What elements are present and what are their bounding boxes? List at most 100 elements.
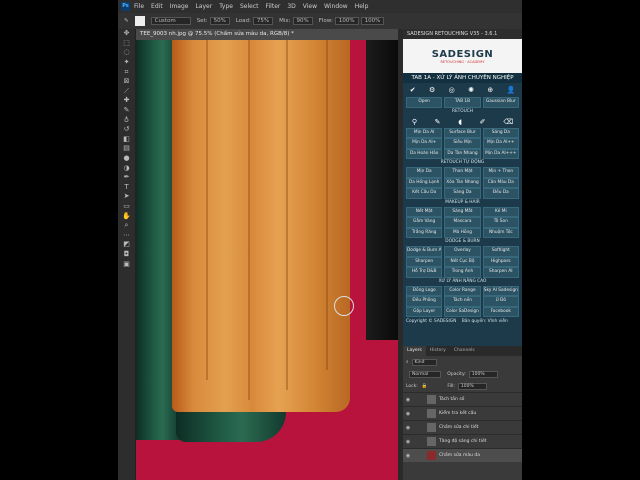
gradient-tool-icon[interactable]: ▤ (118, 144, 135, 154)
menu-select[interactable]: Select (240, 3, 259, 10)
panel-button[interactable]: Sáng Mắt (444, 206, 481, 217)
panel-button[interactable]: Hỗ Trợ D&B (406, 267, 443, 278)
brush-tool-icon[interactable]: ✎ (118, 106, 135, 116)
eraser-icon[interactable]: ⌫ (503, 118, 513, 126)
crop-tool-icon[interactable]: ⌗ (118, 67, 135, 77)
panel-button[interactable]: Facebook (482, 306, 519, 317)
more-tools-icon[interactable]: ⋯ (118, 230, 135, 240)
eyedropper-tool-icon[interactable]: ⟋ (118, 87, 135, 97)
panel-button[interactable]: Mịn Da AI+ (406, 138, 443, 149)
clone-stamp-tool-icon[interactable]: ♁ (118, 115, 135, 125)
pen-icon[interactable]: ✐ (480, 118, 486, 126)
healing-brush-tool-icon[interactable]: ✚ (118, 96, 135, 106)
panel-button[interactable]: Sky AI Sadesign (482, 285, 519, 296)
hand-tool-icon[interactable]: ✋ (118, 211, 135, 221)
brush-icon[interactable]: ✎ (435, 118, 441, 126)
tab-layers[interactable]: Layers (403, 346, 426, 356)
mix-value[interactable]: 90% (292, 17, 313, 25)
panel-button[interactable]: Mịn Da (406, 167, 443, 178)
menu-filter[interactable]: Filter (266, 3, 281, 10)
panel-button[interactable]: Tô Son (482, 217, 519, 228)
panel-button[interactable]: Surface Blur (444, 127, 481, 138)
panel-button[interactable]: Đều Da (482, 188, 519, 199)
panel-button[interactable]: Thon Mặt (444, 167, 481, 178)
rectangle-tool-icon[interactable]: ▭ (118, 202, 135, 212)
flow-value[interactable]: 100% (334, 17, 359, 25)
panel-button[interactable]: Dodge & Burn AI (406, 246, 443, 257)
panel-button[interactable]: Sharpen (406, 256, 443, 267)
panel-button[interactable]: Color Range (444, 285, 481, 296)
menu-layer[interactable]: Layer (195, 3, 212, 10)
panel-button[interactable]: Overlay (444, 246, 481, 257)
screen-mode-icon[interactable]: ▣ (118, 259, 135, 269)
panel-button[interactable]: Cân Màu Da (482, 177, 519, 188)
layer-row[interactable]: ◉ Tăng độ sáng chi tiết (403, 434, 522, 448)
panel-button[interactable]: Đồng Logo (406, 285, 443, 296)
visibility-eye-icon[interactable]: ◉ (403, 453, 413, 459)
stamp-icon[interactable]: ⚲ (412, 118, 417, 126)
panel-button[interactable]: Sáng Da (444, 188, 481, 199)
layer-row[interactable]: ◉ Chấm sửa chi tiết (403, 420, 522, 434)
visibility-eye-icon[interactable]: ◉ (403, 425, 413, 431)
menu-help[interactable]: Help (355, 3, 369, 10)
panel-button[interactable]: Softlight (482, 246, 519, 257)
set-value[interactable]: 50% (209, 17, 230, 25)
panel-button[interactable]: Da Hoàn Hảo (406, 148, 443, 159)
mix-mode-select[interactable]: Custom (150, 17, 191, 25)
tab-channels[interactable]: Channels (450, 346, 479, 356)
visibility-eye-icon[interactable]: ◉ (403, 397, 413, 403)
current-color-swatch[interactable] (134, 16, 145, 26)
gear-icon[interactable]: ✺ (468, 86, 474, 94)
panel-button[interactable]: Má Hồng (444, 227, 481, 238)
marquee-tool-icon[interactable]: ⬚ (118, 39, 135, 49)
menu-type[interactable]: Type (219, 3, 233, 10)
menu-3d[interactable]: 3D (287, 3, 295, 10)
panel-button[interactable]: Mịn Da AI++ (482, 138, 519, 149)
layer-row[interactable]: ◉ Kiểm tra kết cấu (403, 406, 522, 420)
panel-button[interactable]: Nét Mặt (406, 206, 443, 217)
extra-value[interactable]: 100% (360, 17, 385, 25)
lock-icon[interactable]: 🔒 (422, 384, 428, 389)
path-select-tool-icon[interactable]: ➤ (118, 192, 135, 202)
dodge-icon[interactable]: ◖ (458, 118, 462, 126)
aperture-icon[interactable]: ◎ (449, 86, 455, 94)
panel-button[interactable]: Ủ Đỏ (482, 296, 519, 307)
panel-button[interactable]: Mịn Da AI+++ (482, 148, 519, 159)
load-value[interactable]: 75% (252, 17, 274, 25)
menu-view[interactable]: View (303, 3, 317, 10)
move-tool-icon[interactable]: ✥ (118, 29, 135, 39)
fill-field[interactable]: 100% (457, 382, 487, 390)
panel-button[interactable]: Da Tàn Nhang (444, 148, 481, 159)
eraser-tool-icon[interactable]: ◧ (118, 135, 135, 145)
layer-row[interactable]: ◉ Tách tần số (403, 392, 522, 406)
panel-button[interactable]: Gộp Layer (406, 306, 443, 317)
panel-button[interactable]: Trong Ảnh (444, 267, 481, 278)
panel-button[interactable]: Tách nền (444, 296, 481, 307)
menu-image[interactable]: Image (170, 3, 189, 10)
menu-edit[interactable]: Edit (151, 3, 163, 10)
zoom-tool-icon[interactable]: ⌕ (118, 221, 135, 231)
menu-window[interactable]: Window (324, 3, 348, 10)
gaussian-blur-button[interactable]: Gaussian Blur (482, 97, 519, 108)
panel-button[interactable]: Da Hồng Lạnh (406, 177, 443, 188)
panel-button[interactable]: Nét Cục Bộ (444, 256, 481, 267)
panel-button[interactable]: Gắm Vàng (406, 217, 443, 228)
panel-button[interactable]: Xóa Tàn Nhang (444, 177, 481, 188)
type-tool-icon[interactable]: T (118, 183, 135, 193)
panel-button[interactable]: Sharpen AI (482, 267, 519, 278)
panel-button[interactable]: Nhuộm Tóc (482, 227, 519, 238)
panel-button[interactable]: Mascara (444, 217, 481, 228)
panel-button[interactable]: Sáng Da (482, 127, 519, 138)
panel-button[interactable]: Siêu Mịn (444, 138, 481, 149)
pen-tool-icon[interactable]: ✒ (118, 173, 135, 183)
kind-filter-select[interactable]: Kind (411, 358, 438, 366)
globe-icon[interactable]: ⊕ (487, 86, 493, 94)
visibility-eye-icon[interactable]: ◉ (403, 411, 413, 417)
panel-button[interactable]: Highpass (482, 256, 519, 267)
panel-button[interactable]: Trắng Răng (406, 227, 443, 238)
color-swatches-icon[interactable]: ◩ (118, 240, 135, 250)
layer-row-selected[interactable]: ◉ Chấm sửa màu da (403, 448, 522, 462)
lasso-tool-icon[interactable]: ◌ (118, 48, 135, 58)
panel-button[interactable]: Đều Phông (406, 296, 443, 307)
dodge-tool-icon[interactable]: ◑ (118, 163, 135, 173)
